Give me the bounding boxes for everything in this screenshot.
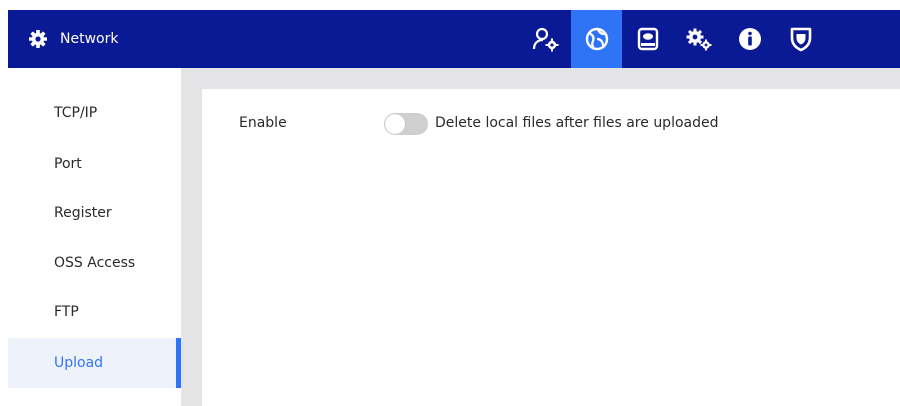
security-shield-icon	[790, 27, 811, 52]
enable-label: Enable	[239, 115, 287, 131]
sidebar-item-ftp[interactable]: FTP	[8, 287, 181, 337]
security-button[interactable]	[775, 10, 826, 68]
header-title-group: Network	[28, 29, 118, 49]
sidebar-item-label: Register	[54, 205, 112, 221]
storage-disk-icon	[637, 27, 658, 51]
network-globe-icon	[585, 27, 608, 51]
network-button[interactable]	[571, 10, 622, 68]
delete-local-files-label: Delete local files after files are uploa…	[435, 115, 719, 131]
active-indicator	[176, 338, 181, 388]
user-settings-icon	[532, 27, 558, 52]
info-button[interactable]	[724, 10, 775, 68]
top-edge	[0, 0, 900, 10]
toggle-knob	[385, 114, 405, 134]
app-window: Network TCP/IP Port Register OSS Access …	[0, 0, 900, 406]
top-nav	[520, 10, 826, 68]
left-edge	[0, 0, 8, 406]
sidebar-item-port[interactable]: Port	[8, 139, 181, 189]
upload-settings-panel: Enable Delete local files after files ar…	[202, 89, 900, 406]
gear-icon	[28, 29, 48, 49]
header-bar: Network	[8, 10, 900, 68]
sidebar-item-label: Port	[54, 156, 82, 172]
sidebar-item-label: Upload	[54, 355, 104, 371]
sidebar-item-label: TCP/IP	[54, 105, 98, 121]
sidebar-item-oss-access[interactable]: OSS Access	[8, 238, 181, 288]
user-settings-button[interactable]	[520, 10, 571, 68]
delete-local-files-toggle[interactable]	[384, 113, 428, 135]
sidebar-item-upload[interactable]: Upload	[8, 338, 181, 388]
sidebar-item-register[interactable]: Register	[8, 188, 181, 238]
system-button[interactable]	[673, 10, 724, 68]
page-title: Network	[60, 31, 119, 47]
sidebar-item-tcpip[interactable]: TCP/IP	[8, 88, 181, 138]
system-gears-icon	[686, 28, 711, 51]
storage-button[interactable]	[622, 10, 673, 68]
sidebar-item-label: OSS Access	[54, 255, 136, 271]
enable-row: Enable Delete local files after files ar…	[202, 109, 900, 137]
sidebar: TCP/IP Port Register OSS Access FTP Uplo…	[8, 68, 181, 406]
sidebar-item-label: FTP	[54, 304, 79, 320]
info-icon	[738, 28, 761, 50]
